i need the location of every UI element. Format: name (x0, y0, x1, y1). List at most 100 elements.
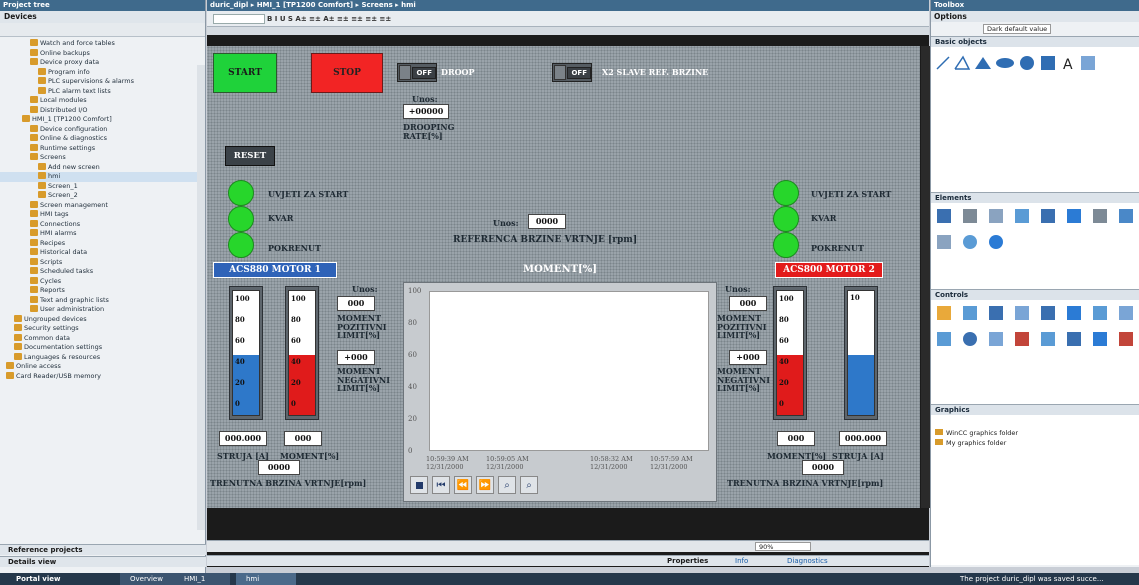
droop-toggle[interactable]: OFF (397, 63, 437, 82)
tree-item[interactable]: User administration (0, 305, 205, 315)
tree-item[interactable]: Program info (0, 67, 205, 78)
uvjeti-label-right: UVJETI ZA START (811, 189, 892, 199)
tree-item-label: Languages & resources (24, 352, 101, 361)
reset-button[interactable]: RESET (225, 146, 275, 166)
tree-item-label: Scheduled tasks (40, 267, 94, 275)
tree-item[interactable]: Online access (0, 362, 205, 372)
tree-item[interactable]: Screens (0, 153, 205, 163)
reference-projects-section[interactable]: Reference projects (0, 544, 206, 555)
uvjeti-label-left: UVJETI ZA START (268, 189, 349, 199)
diagnostics-tab[interactable]: Diagnostics (787, 557, 828, 565)
wincc-graphics-folder[interactable]: WinCC graphics folder (935, 429, 1135, 437)
tree-item[interactable]: Device proxy data (0, 58, 205, 68)
moment-trend-view[interactable]: 100 80 60 40 20 0 10:59:39 AM 12/31/2000 10:59:… (403, 282, 717, 502)
hmi-tab[interactable]: hmi (236, 573, 296, 585)
tree-item[interactable]: Recipes (0, 238, 205, 249)
tree-item[interactable]: Screen management (0, 200, 205, 211)
moment-gauge-left: 100 80 60 40 20 0 (285, 286, 319, 420)
tree-item[interactable]: HMI alarms (0, 229, 205, 239)
folder-icon (935, 429, 943, 435)
editor-hscroll[interactable]: 90% (207, 540, 929, 552)
trend-back-button[interactable]: ⏪ (454, 476, 472, 494)
tree-item-label: Security settings (24, 324, 79, 332)
devices-tab[interactable]: Devices (0, 11, 205, 23)
tree-item[interactable]: Scripts (0, 257, 205, 268)
tree-item[interactable]: PLC alarm text lists (0, 86, 205, 97)
moment-poz-limit-left-input[interactable]: 000 (337, 296, 375, 311)
tree-item[interactable]: Cycles (0, 276, 205, 287)
style-dropdown[interactable]: Dark default value (983, 24, 1052, 34)
tree-item[interactable]: Historical data (0, 248, 205, 258)
tree-item[interactable]: Ungrouped devices (0, 314, 205, 325)
trend-forward-button[interactable]: ⏩ (476, 476, 494, 494)
tree-item[interactable]: Device configuration (0, 124, 205, 135)
moment-poz-limit-right-input[interactable]: 000 (729, 296, 767, 311)
tree-item-label: Program info (48, 67, 90, 76)
basic-objects-icons[interactable]: A (933, 53, 1133, 73)
basic-objects-header[interactable]: Basic objects (931, 36, 1139, 47)
tree-item-icon (6, 362, 14, 369)
tree-item[interactable]: HMI_1 [TP1200 Comfort] (0, 115, 205, 125)
tree-item-icon (30, 305, 38, 312)
my-graphics-folder[interactable]: My graphics folder (935, 439, 1135, 447)
trend-y-tick: 100 (408, 287, 422, 295)
trend-x-tick: 10:58:32 AM 12/31/2000 (590, 455, 633, 471)
stop-button[interactable]: STOP (311, 53, 383, 93)
hmi1-tab[interactable]: HMI_1 (174, 573, 230, 585)
tree-item[interactable]: Languages & resources (0, 352, 205, 363)
tree-item[interactable]: HMI tags (0, 210, 205, 220)
trend-stop-button[interactable] (410, 476, 428, 494)
project-tree-panel: Project tree Devices Watch and force tab… (0, 0, 206, 575)
tree-item[interactable]: Card Reader/USB memory (0, 371, 205, 382)
tree-item-icon (38, 162, 46, 170)
tree-item[interactable]: Security settings (0, 324, 205, 334)
tree-item-label: Text and graphic lists (40, 295, 109, 304)
tree-item[interactable]: Runtime settings (0, 143, 205, 154)
elements-header[interactable]: Elements (931, 192, 1139, 203)
trend-zoom-in-button[interactable]: ⌕ (498, 476, 516, 494)
tree-item[interactable]: Online backups (0, 48, 205, 59)
moment-neg-limit-left-input[interactable]: +000 (337, 350, 375, 365)
tree-scrollbar[interactable] (197, 65, 205, 530)
tree-item[interactable]: PLC supervisions & alarms (0, 77, 205, 87)
tree-item[interactable]: hmi (0, 172, 205, 182)
details-view-section[interactable]: Details view (0, 556, 206, 567)
graphics-header[interactable]: Graphics (931, 404, 1139, 415)
elements-tools[interactable] (931, 203, 1139, 289)
tree-item[interactable]: Add new screen (0, 162, 205, 173)
tree-item[interactable]: Watch and force tables (0, 39, 205, 49)
tree-item[interactable]: Documentation settings (0, 343, 205, 353)
controls-header[interactable]: Controls (931, 289, 1139, 300)
overview-tab[interactable]: Overview (120, 573, 180, 585)
moment-gauge-right: 100 80 60 40 20 0 (773, 286, 807, 420)
motor1-banner: ACS880 MOTOR 1 (213, 262, 337, 278)
portal-view-button[interactable]: Portal view (16, 573, 60, 585)
moment-neg-limit-right-input[interactable]: +000 (729, 350, 767, 365)
tree-item[interactable]: Scheduled tasks (0, 267, 205, 277)
droop-unos-label: Unos: (412, 94, 438, 104)
tree-item[interactable]: Common data (0, 333, 205, 344)
zoom-select[interactable]: 90% (755, 542, 811, 551)
trend-zoom-out-button[interactable]: ⌕ (520, 476, 538, 494)
info-tab[interactable]: Info (735, 557, 748, 565)
tree-item[interactable]: Online & diagnostics (0, 134, 205, 144)
controls-tools[interactable] (931, 300, 1139, 404)
droop-rate-input[interactable]: +00000 (403, 104, 449, 119)
x2-slave-toggle[interactable]: OFF (552, 63, 592, 82)
tree-item[interactable]: Text and graphic lists (0, 295, 205, 306)
trend-start-button[interactable]: ⏮ (432, 476, 450, 494)
format-buttons[interactable]: B I U S A± ≡± A± ≡± ≡± ≡± ≡± (267, 15, 391, 23)
tree-item-label: Connections (40, 219, 81, 228)
tree-item[interactable]: Distributed I/O (0, 105, 205, 116)
trend-x-date: 12/31/2000 (650, 463, 688, 471)
ref-speed-input[interactable]: 0000 (528, 214, 566, 229)
trend-x-time: 10:57:59 AM (650, 455, 693, 463)
tree-item[interactable]: Local modules (0, 96, 205, 106)
tree-item[interactable]: Screen_2 (0, 191, 205, 201)
tree-item[interactable]: Connections (0, 219, 205, 230)
tree-item[interactable]: Reports (0, 286, 205, 296)
font-select[interactable] (213, 13, 265, 24)
properties-tab[interactable]: Properties (667, 557, 708, 565)
start-button[interactable]: START (213, 53, 277, 93)
tree-item[interactable]: Screen_1 (0, 181, 205, 192)
